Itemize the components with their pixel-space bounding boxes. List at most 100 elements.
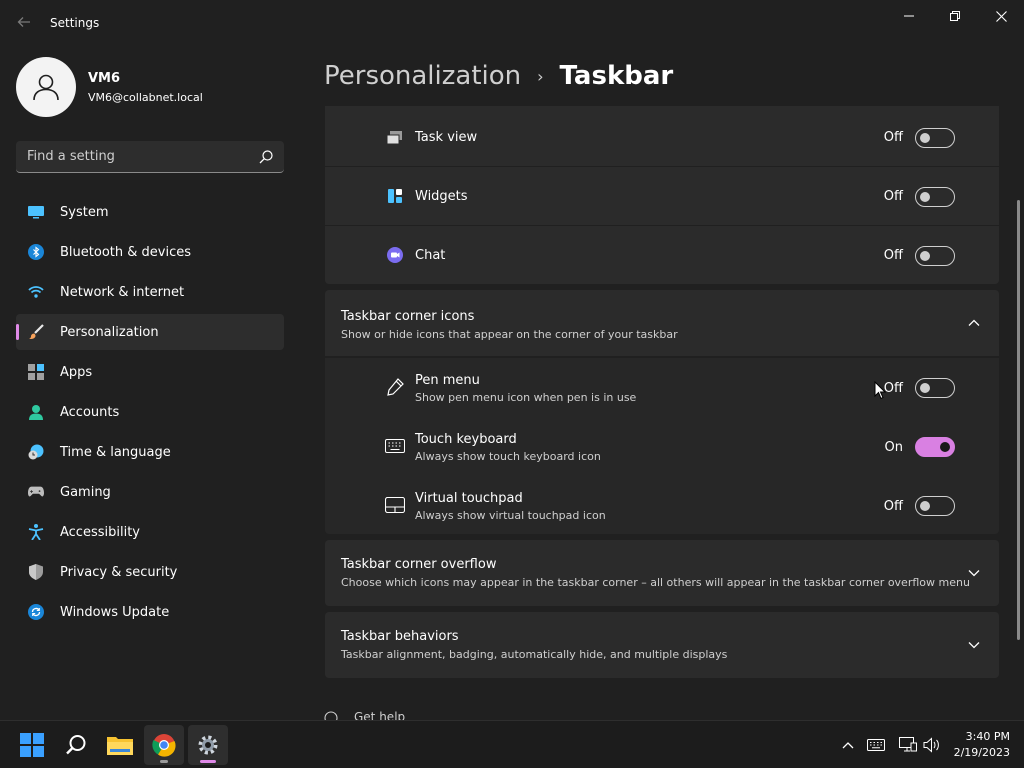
chrome-button[interactable] (144, 725, 184, 765)
toggle-knob (920, 192, 930, 202)
toggle-state-label: Off (883, 381, 903, 396)
section-title: Taskbar behaviors (341, 629, 459, 644)
sidebar-item-apps[interactable]: Apps (16, 354, 284, 390)
settings-app-button[interactable] (188, 725, 228, 765)
widgets-icon (385, 186, 405, 206)
section-subtitle: Taskbar alignment, badging, automaticall… (341, 648, 728, 661)
page-title: Taskbar (559, 61, 674, 91)
back-button[interactable] (12, 10, 36, 38)
show-hidden-icons-button[interactable] (837, 733, 859, 757)
monitor-icon (28, 204, 44, 220)
section-title: Taskbar corner icons (341, 309, 475, 324)
restore-button[interactable] (932, 0, 978, 32)
clock-globe-icon (28, 444, 44, 460)
chevron-down-icon[interactable] (967, 566, 981, 580)
clock-date: 2/19/2023 (953, 746, 1010, 759)
settings-content: Task view Off Widgets Off Chat Off Taskb… (324, 106, 1000, 720)
active-indicator (200, 760, 216, 763)
back-arrow-icon (17, 17, 30, 27)
sidebar-item-system[interactable]: System (16, 194, 284, 230)
setting-subtitle: Always show touch keyboard icon (415, 450, 601, 463)
corner-icons-list: Pen menu Show pen menu icon when pen is … (325, 358, 999, 534)
scrollbar[interactable] (1017, 200, 1020, 640)
setting-title: Task view (415, 130, 478, 145)
toggle-state-label: Off (883, 248, 903, 263)
sidebar-item-accessibility[interactable]: Accessibility (16, 514, 284, 550)
user-name: VM6 (88, 71, 121, 86)
user-email: VM6@collabnet.local (88, 91, 203, 104)
windows-taskbar: 3:40 PM 2/19/2023 (0, 720, 1024, 768)
help-icon (324, 710, 338, 720)
task-view-toggle[interactable] (915, 128, 955, 148)
bluetooth-icon (28, 244, 44, 260)
sidebar-nav: System Bluetooth & devices Network & int… (16, 194, 284, 634)
restore-icon (950, 11, 960, 21)
toggle-state-label: Off (883, 499, 903, 514)
setting-row-chat[interactable]: Chat Off (325, 226, 999, 284)
virtual-touchpad-toggle[interactable] (915, 496, 955, 516)
sidebar-item-gaming[interactable]: Gaming (16, 474, 284, 510)
search-box[interactable] (16, 141, 284, 173)
sidebar-item-label: Privacy & security (60, 564, 178, 580)
setting-row-widgets[interactable]: Widgets Off (325, 167, 999, 225)
breadcrumb-separator: › (537, 66, 544, 86)
touch-keyboard-toggle[interactable] (915, 437, 955, 457)
search-icon[interactable] (258, 149, 274, 165)
file-explorer-button[interactable] (100, 725, 140, 765)
sidebar-item-personalization[interactable]: Personalization (16, 314, 284, 350)
sidebar-item-label: Accounts (60, 404, 120, 420)
brush-icon (28, 324, 44, 340)
app-title: Settings (50, 16, 100, 30)
sidebar-item-time-language[interactable]: Time & language (16, 434, 284, 470)
sidebar-item-label: Time & language (60, 444, 171, 460)
keyboard-icon (385, 436, 405, 456)
volume-tray-button[interactable] (921, 733, 943, 757)
search-input[interactable] (16, 141, 246, 172)
breadcrumb-parent[interactable]: Personalization (324, 61, 521, 91)
setting-row-task-view[interactable]: Task view Off (325, 106, 999, 166)
wifi-icon (28, 284, 44, 300)
touch-keyboard-tray-button[interactable] (865, 733, 887, 757)
running-indicator (160, 760, 168, 763)
chevron-up-icon[interactable] (967, 316, 981, 330)
setting-title: Virtual touchpad (415, 491, 523, 506)
chat-toggle[interactable] (915, 246, 955, 266)
widgets-toggle[interactable] (915, 187, 955, 207)
sidebar-item-label: Personalization (60, 324, 159, 340)
keyboard-icon (867, 739, 885, 751)
setting-title: Pen menu (415, 373, 480, 388)
speaker-icon (923, 737, 939, 753)
section-corner-icons[interactable]: Taskbar corner icons Show or hide icons … (325, 290, 999, 356)
sidebar-item-label: Network & internet (60, 284, 185, 300)
person-icon (28, 404, 44, 420)
chat-icon (385, 245, 405, 265)
sidebar-item-windows-update[interactable]: Windows Update (16, 594, 284, 630)
start-button[interactable] (12, 725, 52, 765)
taskbar-search-button[interactable] (56, 725, 96, 765)
setting-title: Widgets (415, 189, 468, 204)
sidebar-item-label: Windows Update (60, 604, 170, 620)
pen-menu-toggle[interactable] (915, 378, 955, 398)
section-behaviors[interactable]: Taskbar behaviors Taskbar alignment, bad… (325, 612, 999, 678)
apps-icon (28, 364, 44, 380)
update-icon (28, 604, 44, 620)
pen-icon (385, 377, 405, 397)
sidebar-item-bluetooth[interactable]: Bluetooth & devices (16, 234, 284, 270)
sidebar-item-privacy[interactable]: Privacy & security (16, 554, 284, 590)
sidebar-item-label: System (60, 204, 109, 220)
get-help-label: Get help (354, 710, 406, 720)
toggle-knob (920, 251, 930, 261)
section-title: Taskbar corner overflow (341, 557, 497, 572)
chevron-down-icon[interactable] (967, 638, 981, 652)
section-corner-overflow[interactable]: Taskbar corner overflow Choose which ico… (325, 540, 999, 606)
get-help-link[interactable]: Get help (324, 710, 405, 720)
toggle-knob (920, 501, 930, 511)
close-button[interactable] (978, 0, 1024, 32)
network-tray-button[interactable] (897, 733, 919, 757)
system-clock[interactable]: 3:40 PM 2/19/2023 (954, 729, 1010, 761)
minimize-button[interactable] (886, 0, 932, 32)
setting-title: Touch keyboard (415, 432, 517, 447)
windows-logo-icon (20, 733, 44, 757)
sidebar-item-network[interactable]: Network & internet (16, 274, 284, 310)
sidebar-item-accounts[interactable]: Accounts (16, 394, 284, 430)
